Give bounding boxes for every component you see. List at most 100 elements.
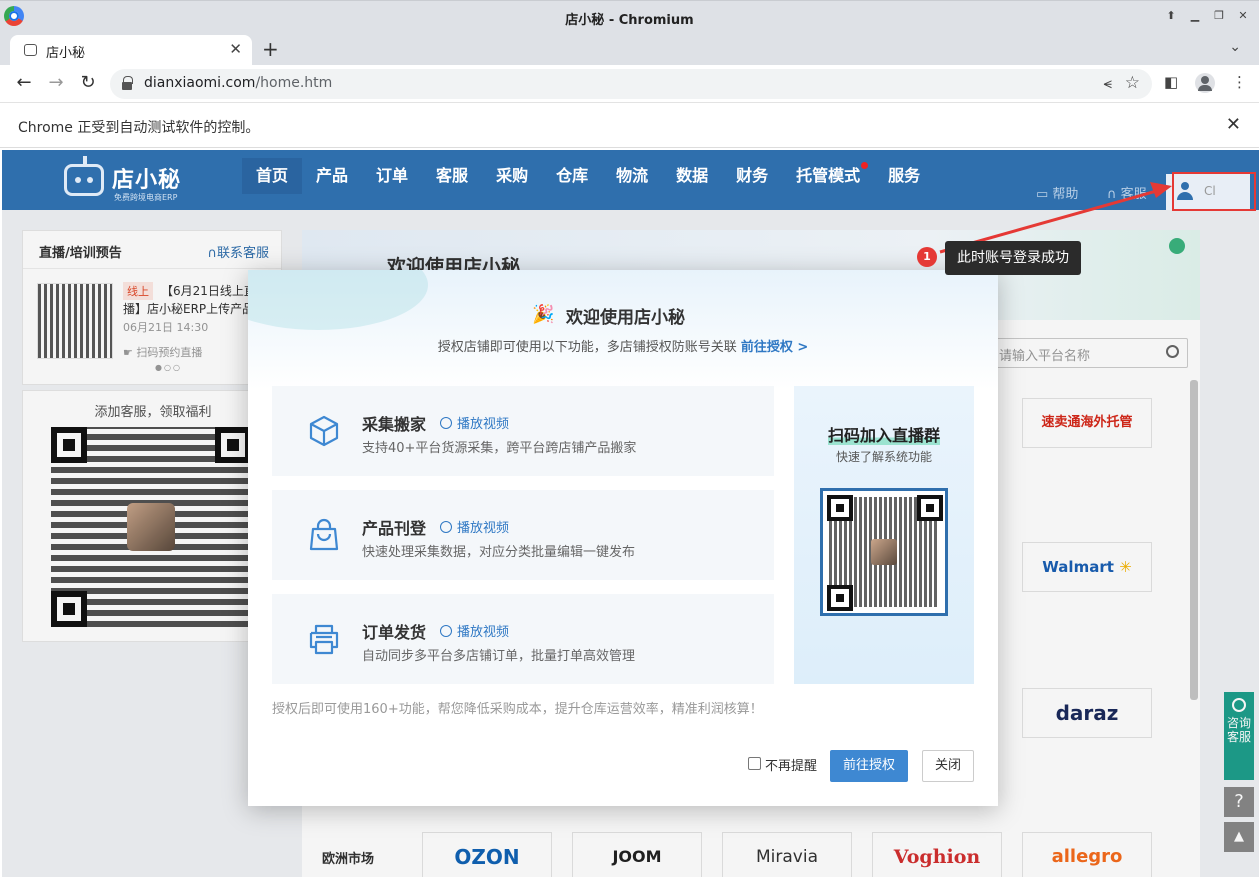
annotation-tooltip: 此时账号登录成功	[945, 241, 1081, 275]
share-icon[interactable]: ⪪	[1104, 74, 1112, 92]
feature-description: 快速处理采集数据，对应分类批量编辑一键发布	[362, 545, 636, 560]
qr-panel-subtitle: 快速了解系统功能	[835, 450, 932, 464]
nav-label: 托管模式	[796, 166, 861, 185]
help-label: 帮助	[1052, 187, 1079, 202]
headset-icon: ∩	[1107, 187, 1121, 202]
nav-label: 仓库	[556, 166, 589, 185]
dont-remind-checkbox[interactable]	[748, 757, 761, 770]
annotation-highlight-box	[1172, 172, 1256, 211]
annotation-step-badge: 1	[917, 247, 937, 267]
book-icon: ▭	[1036, 187, 1053, 202]
tab-close-icon[interactable]: ✕	[229, 40, 242, 58]
infobar-message: Chrome 正受到自动测试软件的控制。	[18, 120, 260, 136]
main-menu: 首页 产品 订单 客服 采购 仓库 物流 数据 财务 托管模式 服务	[242, 158, 934, 208]
printer-icon	[309, 624, 339, 655]
customer-service-label: 客服	[1120, 187, 1147, 202]
nav-label: 物流	[616, 166, 649, 185]
browser-toolbar: ← → ↻ dianxiaomi.com/home.htm ⪪ ☆ ◧ ⋮	[0, 65, 1259, 103]
play-video-link[interactable]: 播放视频	[440, 413, 509, 432]
nav-item-product[interactable]: 产品	[302, 158, 362, 194]
tab-title: 店小秘	[46, 46, 86, 61]
dont-remind-label[interactable]: 不再提醒	[765, 755, 817, 774]
window-controls: ⬆ ▁ ❐ ✕	[1161, 6, 1253, 26]
modal-subtitle-text: 授权店铺即可使用以下功能，多店铺授权防账号关联	[437, 340, 737, 355]
cube-icon	[309, 415, 339, 447]
back-icon[interactable]: ←	[12, 72, 36, 93]
live-group-qr-panel: 扫码加入直播群 快速了解系统功能	[794, 386, 974, 684]
nav-label: 客服	[436, 166, 469, 185]
site-logo[interactable]: 店小秘 免费跨境电商ERP	[60, 156, 190, 204]
nav-item-warehouse[interactable]: 仓库	[542, 158, 602, 194]
url-path: /home.htm	[255, 75, 333, 91]
automation-infobar: Chrome 正受到自动测试软件的控制。 ✕	[0, 104, 1259, 148]
nav-item-purchase[interactable]: 采购	[482, 158, 542, 194]
help-link[interactable]: ▭ 帮助	[1036, 183, 1078, 202]
play-video-link[interactable]: 播放视频	[440, 621, 509, 640]
nav-item-service[interactable]: 客服	[422, 158, 482, 194]
window-title: 店小秘 - Chromium	[565, 13, 694, 28]
feature-description: 自动同步多平台多店铺订单，批量打单高效管理	[362, 649, 636, 664]
qr-panel-title-text: 扫码加入直播群	[827, 426, 940, 445]
feature-card-listing: 产品刊登 播放视频 快速处理采集数据，对应分类批量编辑一键发布	[272, 490, 774, 580]
tab-strip: 店小秘 ✕ + ⌄	[0, 33, 1259, 65]
go-authorize-button[interactable]: 前往授权	[830, 750, 908, 782]
tab-search-chevron-icon[interactable]: ⌄	[1229, 39, 1241, 55]
nav-item-logistics[interactable]: 物流	[602, 158, 662, 194]
side-panel-icon[interactable]: ◧	[1164, 73, 1178, 91]
nav-item-home[interactable]: 首页	[242, 158, 303, 194]
site-header: 店小秘 免费跨境电商ERP 首页 产品 订单 客服 采购 仓库 物流 数据 财务…	[2, 150, 1259, 210]
reload-icon[interactable]: ↻	[76, 72, 100, 93]
browser-tab[interactable]: 店小秘 ✕	[10, 35, 252, 65]
new-tab-icon[interactable]: +	[262, 37, 279, 61]
notification-dot	[861, 162, 869, 169]
feature-title: 订单发货	[362, 623, 427, 642]
nav-label: 采购	[496, 166, 529, 185]
nav-label: 首页	[256, 166, 289, 185]
url-text[interactable]: dianxiaomi.com/home.htm	[144, 75, 332, 91]
robot-favicon-icon	[24, 44, 37, 56]
lock-icon[interactable]	[122, 76, 133, 90]
qr-panel-title: 扫码加入直播群	[794, 422, 974, 446]
nav-item-hosting[interactable]: 托管模式	[782, 158, 874, 194]
nav-item-services[interactable]: 服务	[874, 158, 934, 194]
party-popper-icon: 🎉	[532, 304, 555, 325]
modal-note: 授权后即可使用160+功能，帮您降低采购成本，提升仓库运营效率，精准利润核算！	[272, 702, 763, 717]
modal-subtitle: 授权店铺即可使用以下功能，多店铺授权防账号关联 前往授权 >	[248, 336, 998, 355]
qr-finder-pattern	[827, 585, 853, 611]
nav-item-order[interactable]: 订单	[362, 158, 422, 194]
url-host: dianxiaomi.com	[144, 75, 256, 91]
nav-label: 财务	[736, 166, 769, 185]
nav-label: 订单	[376, 166, 409, 185]
live-group-qr-code	[820, 488, 948, 616]
profile-avatar-icon[interactable]	[1195, 73, 1215, 93]
nav-label: 数据	[676, 166, 709, 185]
feature-card-shipping: 订单发货 播放视频 自动同步多平台多店铺订单，批量打单高效管理	[272, 594, 774, 684]
play-video-link[interactable]: 播放视频	[440, 517, 509, 536]
welcome-modal: 🎉 欢迎使用店小秘 授权店铺即可使用以下功能，多店铺授权防账号关联 前往授权 >…	[248, 270, 998, 806]
qr-finder-pattern	[917, 495, 943, 521]
window-close-icon[interactable]: ✕	[1233, 6, 1253, 26]
modal-header: 🎉 欢迎使用店小秘 授权店铺即可使用以下功能，多店铺授权防账号关联 前往授权 >	[248, 270, 998, 390]
window-up-icon[interactable]: ⬆	[1161, 6, 1181, 26]
bookmark-star-icon[interactable]: ☆	[1125, 73, 1140, 93]
logo-name: 店小秘	[112, 168, 182, 193]
nav-item-data[interactable]: 数据	[662, 158, 722, 194]
browser-menu-icon[interactable]: ⋮	[1232, 73, 1247, 91]
robot-logo-icon	[64, 156, 104, 196]
forward-icon[interactable]: →	[44, 72, 68, 93]
logo-subtitle: 免费跨境电商ERP	[114, 193, 178, 202]
nav-label: 产品	[316, 166, 349, 185]
feature-title: 采集搬家	[362, 415, 427, 434]
window-minimize-icon[interactable]: ▁	[1185, 6, 1205, 26]
nav-item-finance[interactable]: 财务	[722, 158, 782, 194]
shopping-bag-icon	[309, 518, 339, 551]
customer-service-link[interactable]: ∩ 客服	[1107, 183, 1147, 202]
window-restore-icon[interactable]: ❐	[1209, 6, 1229, 26]
window-titlebar: 店小秘 - Chromium ⬆ ▁ ❐ ✕	[0, 0, 1259, 33]
infobar-close-icon[interactable]: ✕	[1226, 114, 1241, 135]
qr-finder-pattern	[827, 495, 853, 521]
feature-description: 支持40+平台货源采集，跨平台跨店铺产品搬家	[362, 441, 637, 456]
go-authorize-link[interactable]: 前往授权 >	[741, 340, 808, 355]
close-button[interactable]: 关闭	[922, 750, 974, 782]
address-bar[interactable]: dianxiaomi.com/home.htm ⪪ ☆	[110, 69, 1152, 99]
